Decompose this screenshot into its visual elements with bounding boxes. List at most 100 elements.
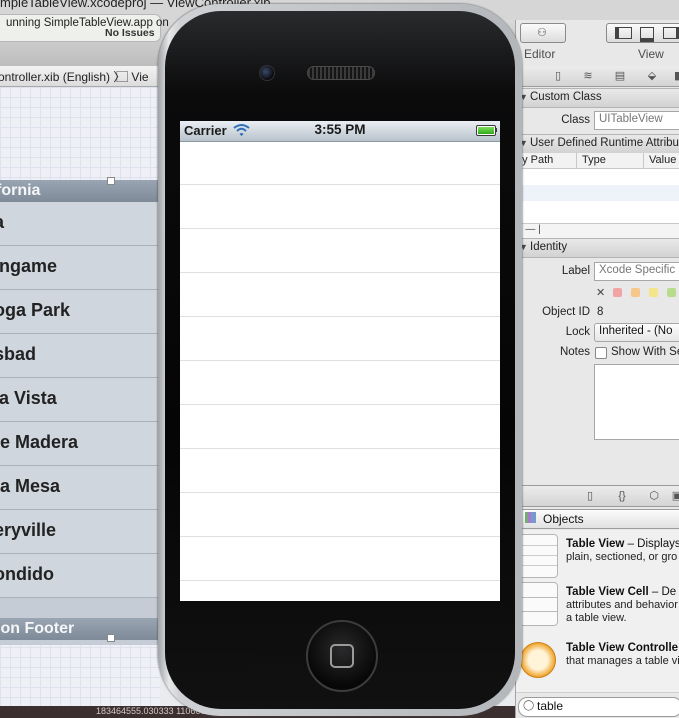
view-toggle-control[interactable]: [606, 23, 679, 43]
red-label-swatch[interactable]: [613, 288, 622, 297]
library-filter-popup[interactable]: Objects: [520, 509, 679, 529]
table-view-controller-icon: [520, 642, 556, 678]
library-item-title: Table View Cell – De: [566, 586, 677, 598]
home-button[interactable]: [306, 620, 378, 692]
section-title: User Defined Runtime Attribu: [530, 137, 679, 149]
identity-section[interactable]: ▼ Identity: [516, 238, 679, 258]
runtime-attributes-header: ey Path Type Value: [516, 153, 679, 169]
quick-help-icon[interactable]: ≋: [582, 70, 594, 82]
table-row[interactable]: ta Mesa: [0, 466, 158, 510]
table-row[interactable]: ondido: [0, 554, 158, 598]
section-footer: ion Footer: [0, 618, 158, 640]
assistant-editor-icon[interactable]: ⚇: [537, 26, 547, 39]
library-search-field[interactable]: ◯ table: [518, 697, 679, 717]
debug-area-toggle-icon[interactable]: [640, 27, 654, 42]
resize-handle[interactable]: [107, 177, 115, 185]
table-view-cell-icon: [518, 582, 558, 626]
label-field-placeholder: Xcode Specific L: [599, 264, 679, 276]
issues-indicator[interactable]: No Issues: [105, 27, 155, 39]
clear-label-color-icon[interactable]: ✕: [596, 286, 605, 299]
library-item-title: Table View – Displays: [566, 538, 679, 550]
grouped-table-view[interactable]: fornia a ingame oga Park sbad la Vista t…: [0, 180, 159, 645]
type-column-header[interactable]: Type: [582, 154, 606, 166]
library-search-value: table: [537, 699, 564, 713]
runtime-attributes-table[interactable]: [516, 169, 679, 223]
cell-label: eryville: [0, 520, 57, 540]
battery-icon: [476, 125, 496, 136]
cell-label: ondido: [0, 564, 54, 584]
library-item-description: plain, sectioned, or gro: [566, 551, 678, 563]
section-header: fornia: [0, 180, 158, 202]
identity-inspector-icon[interactable]: ▤: [614, 70, 626, 82]
library-tabs: ▯ {} ⬡ ▣: [516, 485, 679, 507]
row-separator: [180, 492, 500, 493]
resize-handle[interactable]: [107, 634, 115, 642]
add-remove-buttons[interactable]: | — |: [520, 224, 541, 235]
object-id-value: 8: [597, 306, 604, 318]
code-snippet-library-icon[interactable]: {}: [616, 490, 628, 502]
column-divider: [643, 153, 644, 168]
simulator-screen[interactable]: Carrier 3:55 PM: [180, 121, 500, 601]
section-footer-text: ion Footer: [0, 620, 75, 637]
battery-tip: [495, 128, 497, 132]
ios-status-bar: Carrier 3:55 PM: [180, 121, 500, 142]
lock-label: Lock: [565, 326, 590, 338]
camera-icon: [259, 65, 275, 81]
table-row[interactable]: oga Park: [0, 290, 158, 334]
library-item-table-view[interactable]: Table View – Displays plain, sectioned, …: [516, 530, 679, 583]
editor-mode-control[interactable]: ⚇: [520, 23, 566, 43]
table-row[interactable]: sbad: [0, 334, 158, 378]
row-separator: [180, 184, 500, 185]
media-library-icon[interactable]: ▣: [671, 490, 679, 502]
show-with-selection-checkbox[interactable]: [595, 347, 607, 359]
table-row[interactable]: la Vista: [0, 378, 158, 422]
custom-class-section[interactable]: ▼ Custom Class: [516, 88, 679, 108]
size-inspector-icon[interactable]: ▮: [671, 70, 679, 82]
library-popup-label: Objects: [543, 512, 584, 526]
label-field[interactable]: Xcode Specific L: [594, 262, 679, 281]
cell-label: ta Mesa: [0, 476, 61, 496]
navigator-toggle-icon[interactable]: [615, 27, 632, 39]
green-label-swatch[interactable]: [667, 288, 676, 297]
jump-bar[interactable]: ontroller.xib (English) 〉 ⃞ Vie: [0, 66, 160, 87]
table-row[interactable]: [516, 185, 679, 201]
inspector-tabs: ▯ ≋ ▤ ⬙ ▮: [516, 66, 679, 87]
row-separator: [180, 228, 500, 229]
utilities-toggle-icon[interactable]: [663, 27, 679, 39]
attributes-inspector-icon[interactable]: ⬙: [646, 70, 658, 82]
jump-bar-path[interactable]: ontroller.xib (English) 〉 ⃞ Vie: [0, 68, 149, 85]
file-inspector-icon[interactable]: ▯: [552, 70, 564, 82]
library-item-table-view-cell[interactable]: Table View Cell – De attributes and beha…: [516, 578, 679, 635]
table-view-icon: [518, 534, 558, 578]
library-item-table-view-controller[interactable]: Table View Controlle that manages a tabl…: [516, 634, 679, 693]
show-with-selection-label: Show With Se: [611, 346, 679, 358]
cell-label: oga Park: [0, 300, 71, 320]
library-books-icon: [525, 512, 536, 523]
row-separator: [180, 448, 500, 449]
runtime-attributes-section[interactable]: ▼ User Defined Runtime Attribu: [516, 134, 679, 154]
row-separator: [180, 580, 500, 581]
add-remove-bar: | — |: [516, 223, 679, 238]
cell-label: la Vista: [0, 388, 57, 408]
toolbar-editor-label: Editor: [524, 47, 556, 61]
column-divider: [576, 153, 577, 168]
file-template-library-icon[interactable]: ▯: [584, 490, 596, 502]
row-separator: [180, 536, 500, 537]
table-row[interactable]: ingame: [0, 246, 158, 290]
lock-popup[interactable]: Inherited - (No: [594, 323, 679, 342]
value-column-header[interactable]: Value: [649, 154, 676, 166]
table-row[interactable]: te Madera: [0, 422, 158, 466]
row-separator: [180, 404, 500, 405]
notes-text-area[interactable]: [594, 364, 679, 440]
orange-label-swatch[interactable]: [631, 288, 640, 297]
yellow-label-swatch[interactable]: [649, 288, 658, 297]
section-header-text: fornia: [0, 182, 41, 199]
cell-label: te Madera: [0, 432, 79, 452]
table-row[interactable]: eryville: [0, 510, 158, 554]
class-field[interactable]: UITableView: [594, 111, 679, 130]
library-item-description: attributes and behavior a table view.: [566, 599, 678, 624]
table-row[interactable]: a: [0, 202, 158, 246]
status-bar-time: 3:55 PM: [314, 122, 366, 137]
object-library-icon[interactable]: ⬡: [648, 490, 660, 502]
class-field-placeholder: UITableView: [599, 113, 663, 125]
